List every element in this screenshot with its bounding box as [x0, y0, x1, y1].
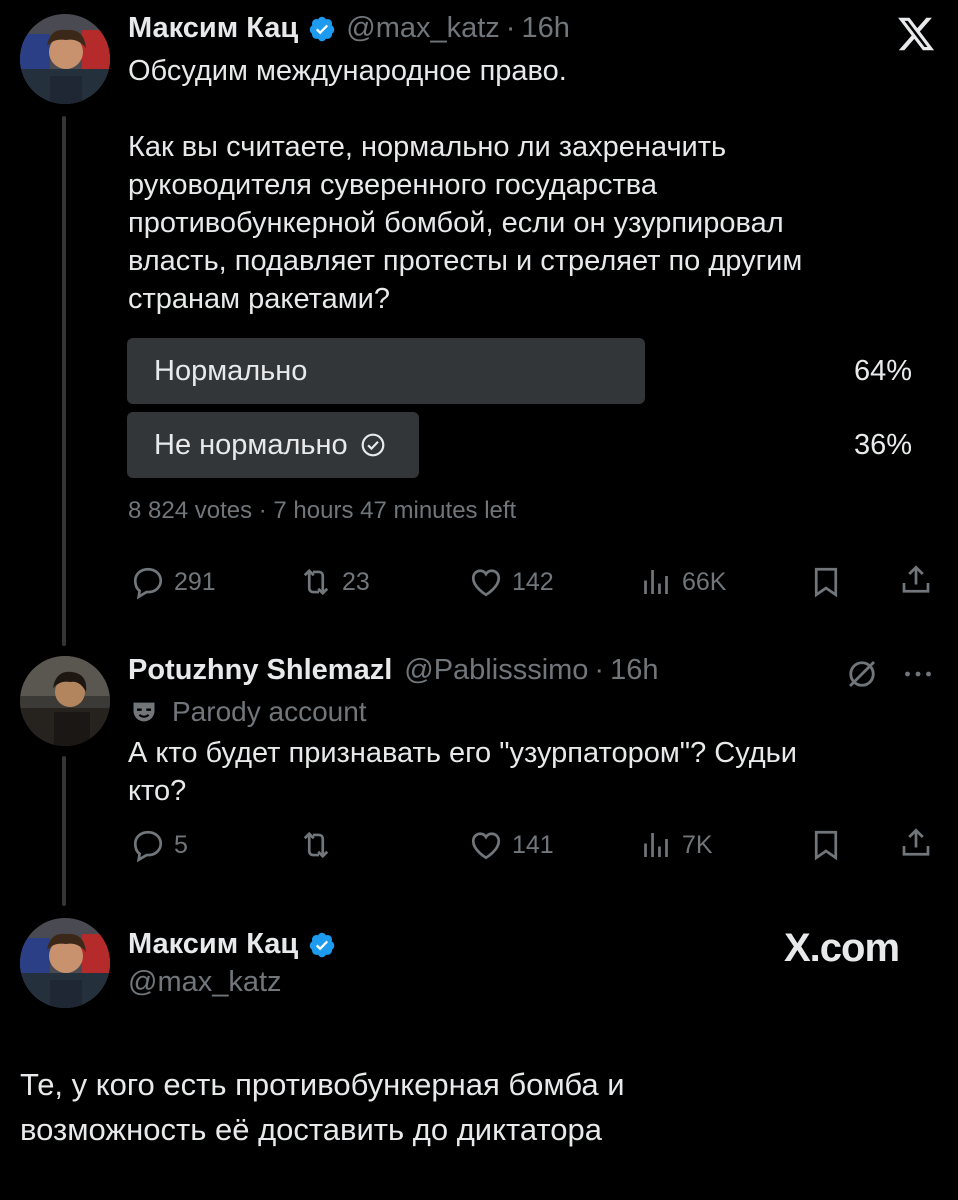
quote-handle-row: @max_katz	[128, 966, 282, 999]
parody-badge: Parody account	[130, 696, 367, 728]
author-name[interactable]: Potuzhny Shlemazl	[128, 654, 392, 687]
reply-body-text: А кто будет признавать его "узурпатором"…	[128, 737, 797, 807]
reply-count: 291	[174, 567, 216, 596]
verified-icon	[310, 16, 335, 41]
quote-header: Максим Кац	[128, 928, 346, 961]
repost-count: 23	[342, 567, 370, 596]
poll-option-2-label: Не нормально	[154, 428, 348, 461]
thread-connector	[62, 756, 66, 906]
views-button[interactable]: 7K	[638, 827, 713, 863]
tweet-time[interactable]: 16h	[521, 12, 569, 45]
poll-option-1[interactable]: Нормально	[154, 338, 307, 404]
like-icon	[471, 832, 501, 860]
share-button[interactable]	[898, 825, 942, 861]
author-handle[interactable]: @max_katz	[128, 966, 282, 999]
grok-icon[interactable]	[844, 656, 880, 692]
views-icon	[644, 833, 668, 857]
tweet-time[interactable]: 16h	[610, 654, 658, 687]
separator-dot: ·	[594, 654, 605, 686]
quote-body-text: Те, у кого есть противобункерная бомба и…	[20, 1067, 625, 1147]
reply-header: Potuzhny Shlemazl @Pablisssimo · 16h	[128, 654, 658, 687]
tweet1-intro: Обсудим международное право.	[128, 52, 567, 90]
author-name[interactable]: Максим Кац	[128, 12, 298, 45]
tweet1-intro-text: Обсудим международное право.	[128, 55, 567, 87]
tweet1-body-text: Как вы считаете, нормально ли захреначит…	[128, 131, 803, 315]
repost-button[interactable]	[298, 827, 342, 863]
bookmark-icon	[814, 830, 838, 861]
bookmark-button[interactable]	[808, 564, 852, 600]
repost-icon	[303, 568, 329, 596]
thread-connector	[62, 116, 66, 646]
author-name[interactable]: Максим Кац	[128, 928, 298, 961]
reply-count: 5	[174, 830, 188, 859]
x-com-brand: X.com	[784, 926, 900, 970]
parody-label: Parody account	[172, 696, 367, 727]
avatar-image	[20, 656, 110, 746]
like-count: 142	[512, 567, 554, 596]
avatar-max-katz[interactable]	[20, 14, 110, 104]
like-button[interactable]: 142	[468, 564, 554, 600]
check-circle-icon	[361, 433, 385, 457]
avatar-image	[20, 918, 110, 1008]
like-icon	[471, 569, 501, 597]
screenshot: Максим Кац @max_katz · 16h Обсудим между…	[0, 0, 958, 1200]
views-count: 7K	[682, 830, 713, 859]
separator-dot: ·	[505, 12, 516, 44]
avatar-image	[20, 14, 110, 104]
avatar-potuzhny-shlemazl[interactable]	[20, 656, 110, 746]
quote-body: Те, у кого есть противобункерная бомба и…	[20, 1062, 920, 1152]
x-logo-icon	[898, 17, 935, 51]
reply-body: А кто будет признавать его "узурпатором"…	[128, 734, 928, 810]
views-count: 66K	[682, 567, 727, 596]
like-count: 141	[512, 830, 554, 859]
reply-button[interactable]: 291	[130, 564, 216, 600]
parody-mask-icon	[133, 702, 155, 722]
author-handle[interactable]: @max_katz	[346, 12, 500, 45]
poll-option-1-percent: 64%	[853, 355, 912, 387]
reply-button[interactable]: 5	[130, 827, 188, 863]
share-button[interactable]	[898, 562, 942, 598]
repost-button[interactable]: 23	[298, 564, 370, 600]
views-button[interactable]: 66K	[638, 564, 726, 600]
tweet1-header: Максим Кац @max_katz · 16h	[128, 12, 570, 45]
poll-option-2[interactable]: Не нормально	[154, 412, 386, 478]
verified-icon	[310, 932, 335, 957]
share-icon	[902, 828, 930, 856]
poll-option-1-label: Нормально	[154, 354, 308, 387]
avatar-max-katz[interactable]	[20, 918, 110, 1008]
bookmark-icon	[814, 567, 838, 598]
repost-icon	[303, 831, 329, 859]
reply-icon	[133, 567, 163, 600]
reply-icon	[133, 830, 163, 863]
share-icon	[902, 565, 930, 593]
like-button[interactable]: 141	[468, 827, 554, 863]
bookmark-button[interactable]	[808, 827, 852, 863]
views-icon	[644, 570, 668, 594]
more-icon[interactable]	[900, 656, 936, 692]
poll-option-2-percent: 36%	[853, 429, 912, 461]
poll-meta: 8 824 votes · 7 hours 47 minutes left	[128, 497, 517, 524]
author-handle[interactable]: @Pablisssimo	[404, 654, 588, 687]
tweet1-body: Как вы считаете, нормально ли захреначит…	[128, 128, 928, 318]
